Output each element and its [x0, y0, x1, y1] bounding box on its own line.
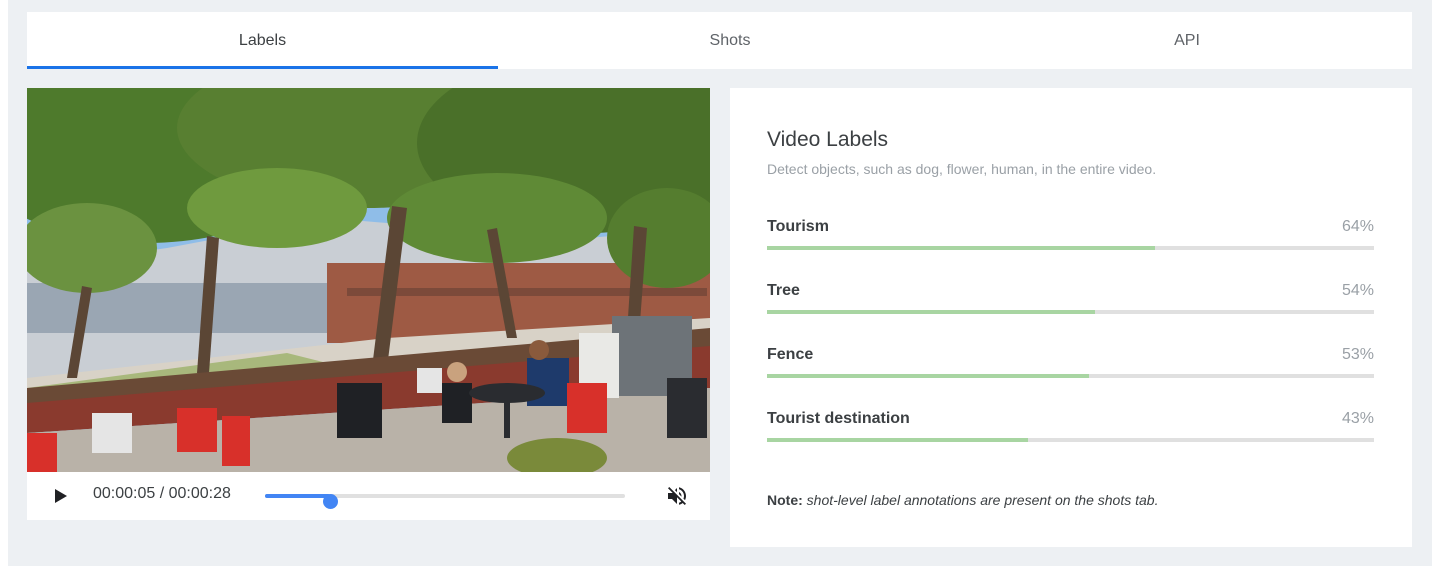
- time-display: 00:00:05 / 00:00:28: [93, 485, 231, 502]
- active-tab-indicator: [27, 66, 498, 69]
- tab-label: Labels: [238, 31, 287, 49]
- mute-button[interactable]: [665, 484, 689, 508]
- label-row-tree[interactable]: Tree 54%: [767, 282, 1374, 322]
- player-controls: 00:00:05 / 00:00:28: [27, 472, 710, 520]
- play-icon: [55, 489, 67, 503]
- confidence-fill: [767, 374, 1089, 378]
- label-row-tourist-destination[interactable]: Tourist destination 43%: [767, 410, 1374, 450]
- note-prefix: Note:: [767, 492, 803, 508]
- note-body: shot-level label annotations are present…: [806, 492, 1159, 508]
- label-row-fence[interactable]: Fence 53%: [767, 346, 1374, 386]
- label-name: Fence: [767, 346, 814, 363]
- label-row-tourism[interactable]: Tourism 64%: [767, 218, 1374, 258]
- video-player: 00:00:05 / 00:00:28: [27, 88, 710, 520]
- label-percent: 43%: [1341, 410, 1374, 427]
- confidence-bar: [767, 374, 1374, 378]
- confidence-fill: [767, 438, 1028, 442]
- label-name: Tourism: [767, 218, 829, 235]
- tab-labels[interactable]: Labels: [27, 12, 498, 69]
- confidence-bar: [767, 310, 1374, 314]
- card-subtitle: Detect objects, such as dog, flower, hum…: [767, 161, 1157, 177]
- label-name: Tourist destination: [767, 410, 910, 427]
- label-percent: 54%: [1341, 282, 1374, 299]
- seek-handle[interactable]: [322, 494, 338, 509]
- video-thumbnail: [27, 88, 710, 472]
- seek-progress: [265, 494, 330, 498]
- label-percent: 53%: [1341, 346, 1374, 363]
- tab-shots[interactable]: Shots: [498, 12, 962, 69]
- tab-bar: Labels Shots API: [27, 12, 1412, 69]
- card-title: Video Labels: [767, 128, 889, 151]
- video-frame[interactable]: [27, 88, 710, 472]
- volume-off-icon: [668, 487, 686, 505]
- confidence-fill: [767, 310, 1095, 314]
- confidence-bar: [767, 246, 1374, 250]
- label-name: Tree: [767, 282, 800, 299]
- confidence-bar: [767, 438, 1374, 442]
- tab-api[interactable]: API: [962, 12, 1412, 69]
- seek-bar[interactable]: [265, 494, 625, 498]
- tab-label: API: [1174, 31, 1200, 49]
- label-percent: 64%: [1341, 218, 1374, 235]
- tab-label: Shots: [709, 31, 751, 49]
- confidence-fill: [767, 246, 1156, 250]
- video-labels-card: Video Labels Detect objects, such as dog…: [730, 88, 1412, 547]
- note-text: Note: shot-level label annotations are p…: [767, 492, 1158, 508]
- play-button[interactable]: [51, 486, 71, 506]
